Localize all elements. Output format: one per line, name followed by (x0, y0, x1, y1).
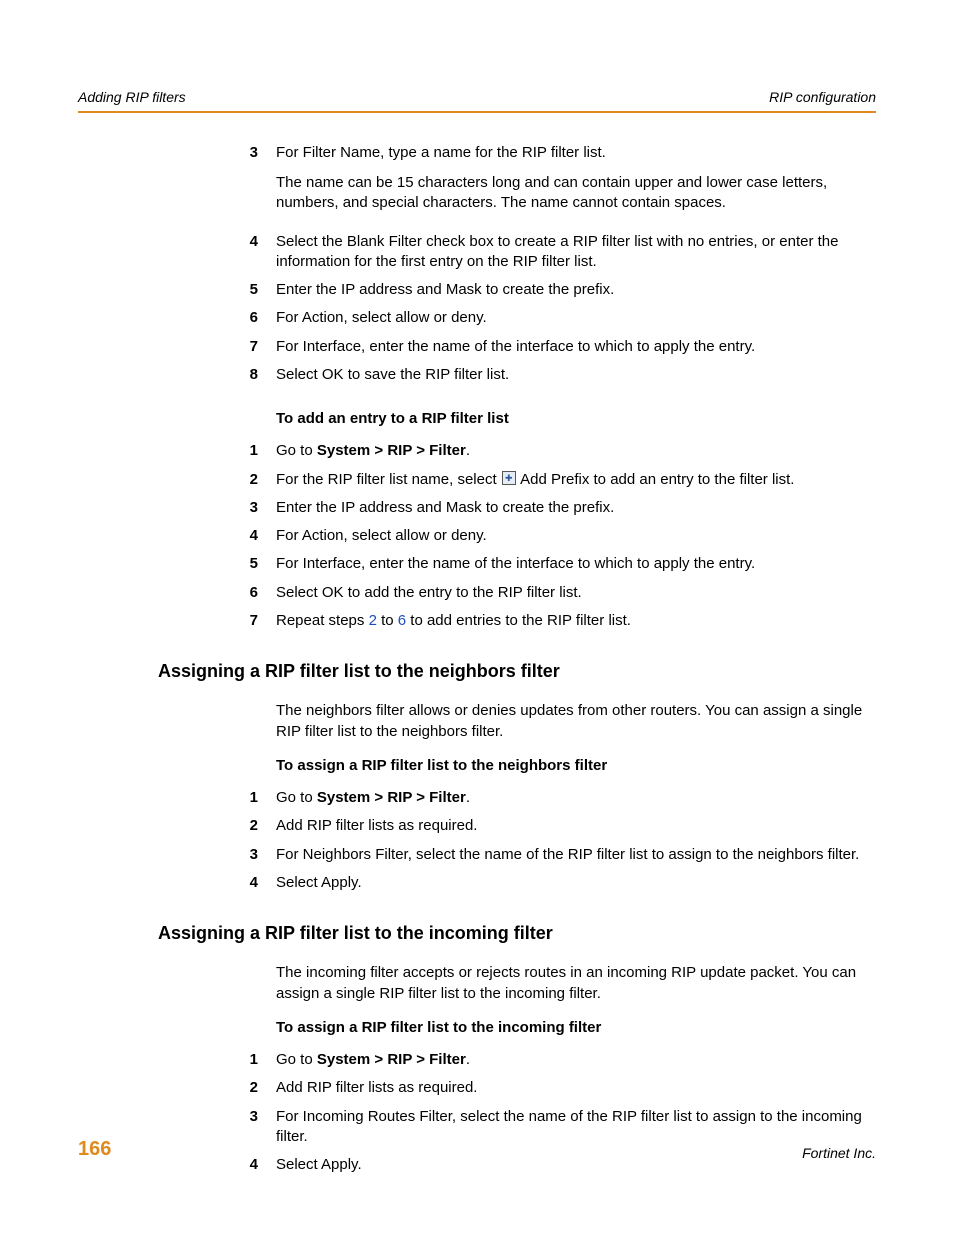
step-num: 4 (238, 526, 276, 546)
step-num: 7 (238, 611, 276, 631)
intro-incoming: The incoming filter accepts or rejects r… (276, 963, 876, 1004)
page: Adding RIP filters RIP configuration 3 F… (0, 0, 954, 1235)
post: to add entries to the RIP filter list. (406, 612, 631, 629)
heading-neighbors-filter: Assigning a RIP filter list to the neigh… (158, 659, 876, 683)
pre: Go to (276, 1051, 317, 1068)
s2-step-2: 2 For the RIP filter list name, select A… (238, 470, 876, 490)
step-4: 4 Select the Blank Filter check box to c… (238, 232, 876, 273)
step-7: 7 For Interface, enter the name of the i… (238, 337, 876, 357)
mid: to (377, 612, 398, 629)
s2-step-1: 1 Go to System > RIP > Filter. (238, 441, 876, 461)
pre: For the RIP filter list name, select (276, 471, 501, 488)
step-num: 5 (238, 554, 276, 574)
s2-step-3: 3 Enter the IP address and Mask to creat… (238, 498, 876, 518)
post: . (466, 442, 470, 459)
step-num: 1 (238, 788, 276, 808)
step-text: For Action, select allow or deny. (276, 308, 876, 328)
header-right: RIP configuration (769, 88, 876, 107)
s3-step-2: 2 Add RIP filter lists as required. (238, 816, 876, 836)
step-num: 6 (238, 308, 276, 328)
step-text: For Interface, enter the name of the int… (276, 337, 876, 357)
step-num: 3 (238, 498, 276, 518)
subheading-add-entry: To add an entry to a RIP filter list (276, 409, 876, 429)
step-text: Go to System > RIP > Filter. (276, 441, 876, 461)
step-num: 8 (238, 365, 276, 385)
link-step-2[interactable]: 2 (369, 612, 377, 629)
step-text: Select the Blank Filter check box to cre… (276, 232, 876, 273)
step-text: Select Apply. (276, 873, 876, 893)
link-step-6[interactable]: 6 (398, 612, 406, 629)
page-number: 166 (78, 1136, 111, 1163)
footer: 166 Fortinet Inc. (78, 1136, 876, 1163)
s4-step-2: 2 Add RIP filter lists as required. (238, 1078, 876, 1098)
header-rule (78, 111, 876, 113)
bold-path: System > RIP > Filter (317, 789, 466, 806)
step-num: 3 (238, 1107, 276, 1127)
step-num: 3 (238, 845, 276, 865)
step-num: 1 (238, 441, 276, 461)
step-num: 6 (238, 583, 276, 603)
intro-neighbors: The neighbors filter allows or denies up… (276, 701, 876, 742)
header-row: Adding RIP filters RIP configuration (78, 88, 876, 111)
step-text: Go to System > RIP > Filter. (276, 1050, 876, 1070)
step-text: For the RIP filter list name, select Add… (276, 470, 876, 490)
step-num: 4 (238, 873, 276, 893)
step-text: Go to System > RIP > Filter. (276, 788, 876, 808)
bold-path: System > RIP > Filter (317, 442, 466, 459)
step-text: For Interface, enter the name of the int… (276, 554, 876, 574)
s2-step-5: 5 For Interface, enter the name of the i… (238, 554, 876, 574)
step-5: 5 Enter the IP address and Mask to creat… (238, 280, 876, 300)
step-text: For Neighbors Filter, select the name of… (276, 845, 876, 865)
heading-incoming-filter: Assigning a RIP filter list to the incom… (158, 921, 876, 945)
content: 3 For Filter Name, type a name for the R… (238, 143, 876, 1176)
s2-step-6: 6 Select OK to add the entry to the RIP … (238, 583, 876, 603)
pre: Go to (276, 789, 317, 806)
s2-step-4: 4 For Action, select allow or deny. (238, 526, 876, 546)
step-6: 6 For Action, select allow or deny. (238, 308, 876, 328)
step-text: Select OK to save the RIP filter list. (276, 365, 876, 385)
step-num: 2 (238, 1078, 276, 1098)
pre: Go to (276, 442, 317, 459)
step-8: 8 Select OK to save the RIP filter list. (238, 365, 876, 385)
post: . (466, 1051, 470, 1068)
step-num: 7 (238, 337, 276, 357)
step-num: 2 (238, 470, 276, 490)
add-prefix-icon (502, 471, 516, 485)
step-num: 1 (238, 1050, 276, 1070)
step-text: Enter the IP address and Mask to create … (276, 498, 876, 518)
sub-para: The name can be 15 characters long and c… (276, 173, 876, 214)
subheading-incoming: To assign a RIP filter list to the incom… (276, 1018, 876, 1038)
s3-step-1: 1 Go to System > RIP > Filter. (238, 788, 876, 808)
s2-step-7: 7 Repeat steps 2 to 6 to add entries to … (238, 611, 876, 631)
s3-step-4: 4 Select Apply. (238, 873, 876, 893)
pre: Repeat steps (276, 612, 369, 629)
step-num: 5 (238, 280, 276, 300)
step-text: Add RIP filter lists as required. (276, 816, 876, 836)
step-num: 3 (238, 143, 276, 163)
post: . (466, 789, 470, 806)
step-text: Repeat steps 2 to 6 to add entries to th… (276, 611, 876, 631)
header-left: Adding RIP filters (78, 88, 186, 107)
step-text: Add RIP filter lists as required. (276, 1078, 876, 1098)
step-text: For Action, select allow or deny. (276, 526, 876, 546)
text: For Filter Name, type a name for the RIP… (276, 144, 606, 161)
s3-step-3: 3 For Neighbors Filter, select the name … (238, 845, 876, 865)
step-text: Enter the IP address and Mask to create … (276, 280, 876, 300)
subheading-neighbors: To assign a RIP filter list to the neigh… (276, 756, 876, 776)
step-num: 4 (238, 232, 276, 252)
s4-step-1: 1 Go to System > RIP > Filter. (238, 1050, 876, 1070)
step-3: 3 For Filter Name, type a name for the R… (238, 143, 876, 224)
step-text: For Filter Name, type a name for the RIP… (276, 143, 876, 224)
footer-company: Fortinet Inc. (802, 1144, 876, 1163)
step-num: 2 (238, 816, 276, 836)
bold-path: System > RIP > Filter (317, 1051, 466, 1068)
post: Add Prefix to add an entry to the filter… (517, 471, 795, 488)
step-text: Select OK to add the entry to the RIP fi… (276, 583, 876, 603)
